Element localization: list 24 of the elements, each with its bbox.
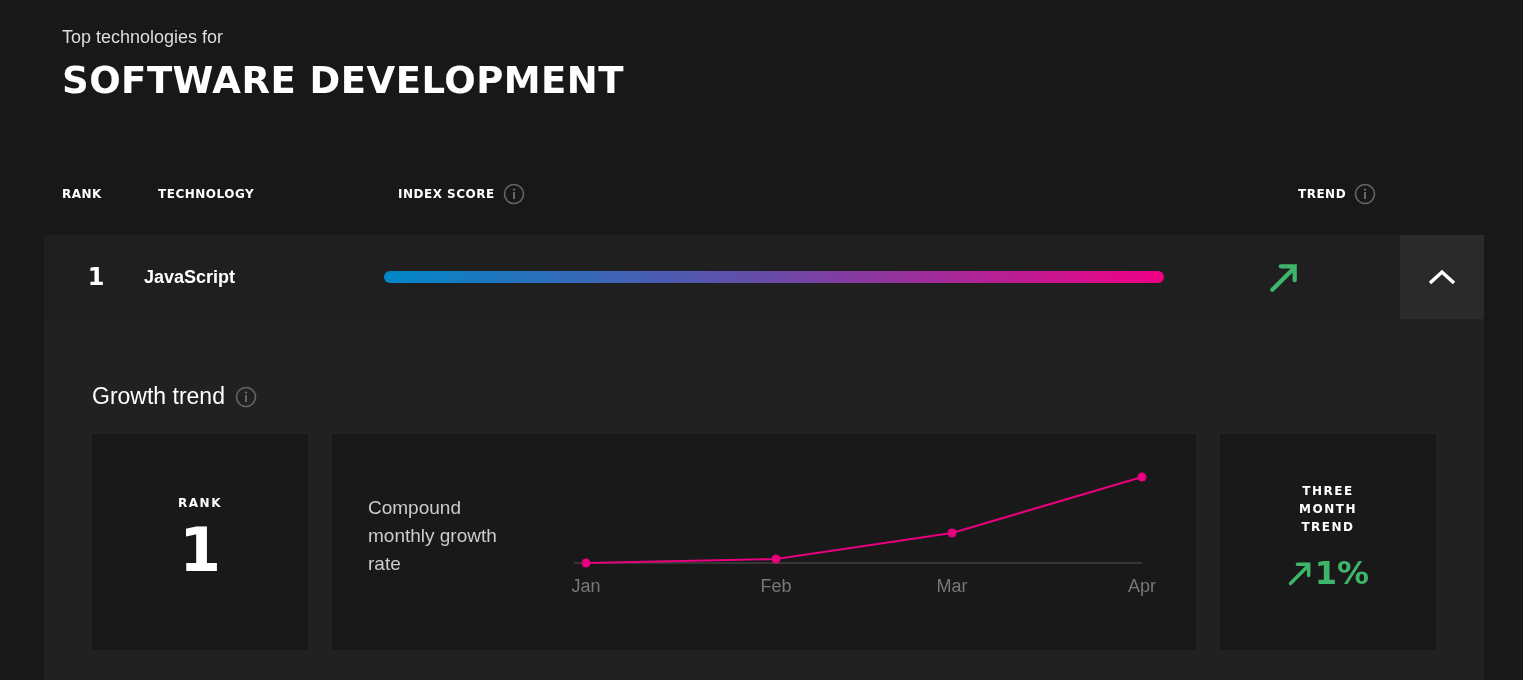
column-header: INDEX SCORE bbox=[398, 187, 495, 201]
card-label: THREE MONTH TREND bbox=[1298, 483, 1358, 536]
section-title: Growth trend bbox=[92, 383, 225, 410]
column-header: TECHNOLOGY bbox=[158, 187, 255, 201]
month-label: Apr bbox=[1128, 576, 1156, 596]
info-icon[interactable] bbox=[1354, 183, 1377, 205]
info-icon[interactable] bbox=[502, 183, 525, 205]
month-label: Mar bbox=[936, 576, 968, 596]
column-header: TREND bbox=[1298, 187, 1347, 201]
info-icon[interactable] bbox=[234, 385, 257, 408]
subtitle: Top technologies for bbox=[62, 27, 224, 48]
chart-label: Compound monthly growth rate bbox=[368, 496, 498, 576]
trend-value: 1% bbox=[1314, 554, 1370, 592]
page-title: SOFTWARE DEVELOPMENT bbox=[62, 62, 626, 99]
rank-value: 1 bbox=[179, 520, 221, 580]
card-label: RANK bbox=[178, 495, 222, 512]
up-arrow-icon bbox=[1268, 261, 1300, 293]
up-arrow-icon bbox=[1286, 560, 1313, 586]
column-header: RANK bbox=[62, 187, 102, 201]
month-label: Feb bbox=[760, 576, 792, 596]
chevron-icon bbox=[1427, 268, 1457, 286]
technology-name: JavaScript bbox=[144, 266, 237, 288]
rank-number: 1 bbox=[86, 263, 106, 291]
month-label: Jan bbox=[571, 576, 601, 596]
